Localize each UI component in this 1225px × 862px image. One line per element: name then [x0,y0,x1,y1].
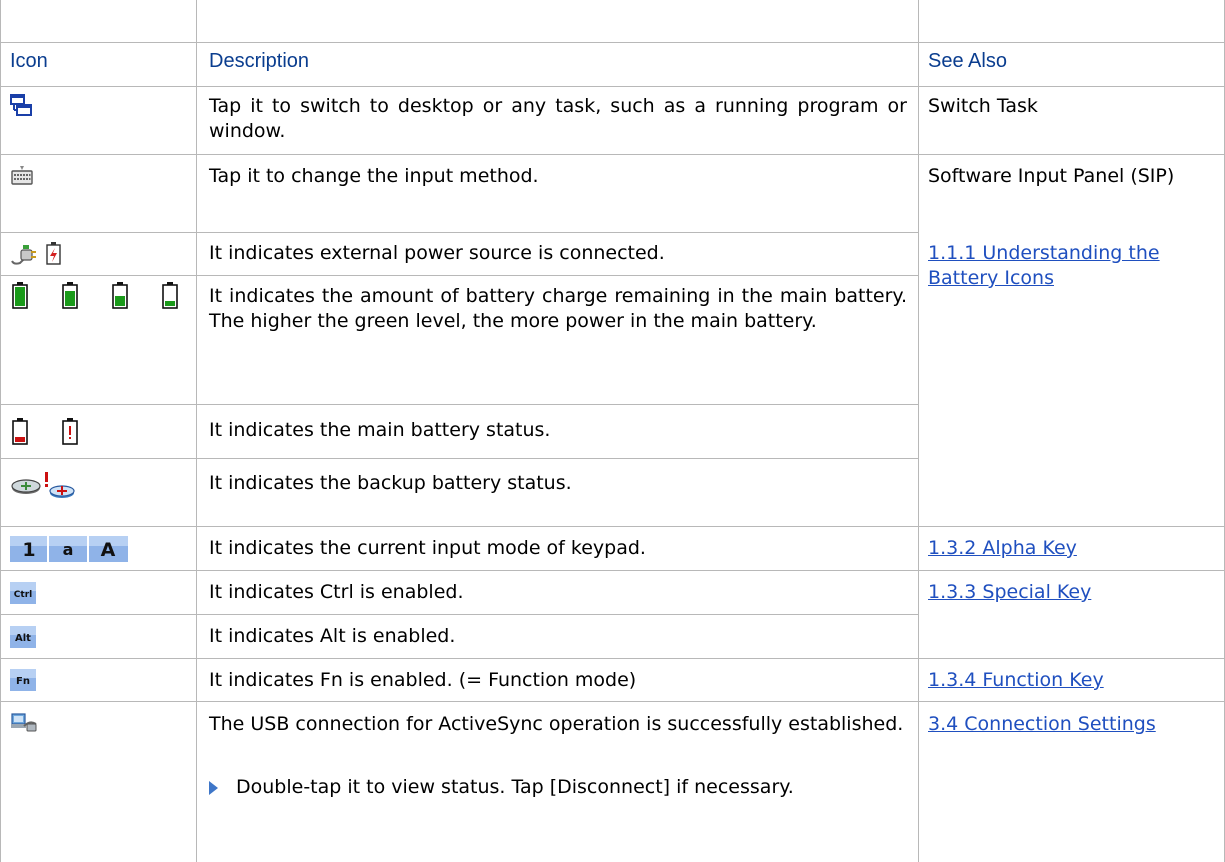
row-description: It indicates Fn is enabled. (= Function … [209,669,637,691]
special-key-link[interactable]: 1.3.3 Special Key [928,580,1091,605]
grid-line [0,570,1225,571]
link-text[interactable]: 1.3.3 Special Key [928,581,1091,603]
icon-label: Alt [15,633,31,644]
input-mode-key: A [101,539,116,561]
alt-icon: Alt [10,626,36,648]
row-description: Tap it to switch to desktop or any task,… [209,95,907,142]
grid-line [0,458,918,459]
row-see-also: Switch Task [928,95,1038,117]
input-mode-key: a [63,540,74,559]
grid-line [918,0,919,862]
grid-line [0,154,1225,155]
battery-low-icon [12,418,82,446]
link-text[interactable]: 1.3.4 Function Key [928,669,1104,691]
grid-line [0,86,1225,87]
row-description: Tap it to change the input method. [209,165,539,187]
bullet-arrow-icon [209,781,218,795]
icon-label: Fn [16,676,30,687]
input-mode-icon: 1 a A [10,536,128,562]
header-description: Description [209,50,310,72]
fn-icon: Fn [10,669,36,691]
grid-line [0,0,1,862]
icon-label: Ctrl [14,590,32,600]
icon-table: Icon Description See Also Tap it to swit… [0,0,1225,862]
bullet-text: Double-tap it to view status. Tap [Disco… [236,776,794,798]
grid-line [0,275,918,276]
link-text[interactable]: 1.1.1 Understanding the Battery Icons [928,242,1160,289]
grid-line [0,404,918,405]
grid-line [0,614,918,615]
usb-sync-icon [10,712,38,734]
grid-line [0,526,1225,527]
input-mode-key: 1 [22,539,35,561]
function-key-link[interactable]: 1.3.4 Function Key [928,668,1104,693]
row-description: It indicates Alt is enabled. [209,625,456,647]
row-see-also: Software Input Panel (SIP) [928,165,1175,187]
link-text[interactable]: 3.4 Connection Settings [928,713,1156,735]
ctrl-icon: Ctrl [10,582,36,604]
header-icon: Icon [10,50,48,72]
bullet-item: Double-tap it to view status. Tap [Disco… [209,775,907,800]
battery-icons-link[interactable]: 1.1.1 Understanding the Battery Icons [928,241,1188,291]
backup-battery-icon [10,470,76,500]
grid-line [0,232,918,233]
link-text[interactable]: 1.3.2 Alpha Key [928,537,1077,559]
header-see-also: See Also [928,50,1007,72]
power-plug-icon [10,241,68,267]
row-description: It indicates Ctrl is enabled. [209,581,464,603]
grid-line [0,701,1225,702]
grid-line [196,0,197,862]
battery-levels-icon [12,282,182,310]
row-description: It indicates external power source is co… [209,242,665,264]
connection-settings-link[interactable]: 3.4 Connection Settings [928,712,1156,737]
row-description: The USB connection for ActiveSync operat… [209,713,904,735]
task-switch-icon [10,94,32,116]
row-description: It indicates the amount of battery charg… [209,285,907,332]
alpha-key-link[interactable]: 1.3.2 Alpha Key [928,536,1077,561]
grid-line [0,42,1225,43]
row-description: It indicates the backup battery status. [209,472,572,494]
row-description: It indicates the main battery status. [209,419,551,441]
keyboard-icon [10,164,34,186]
grid-line [0,658,1225,659]
row-description: It indicates the current input mode of k… [209,537,646,559]
